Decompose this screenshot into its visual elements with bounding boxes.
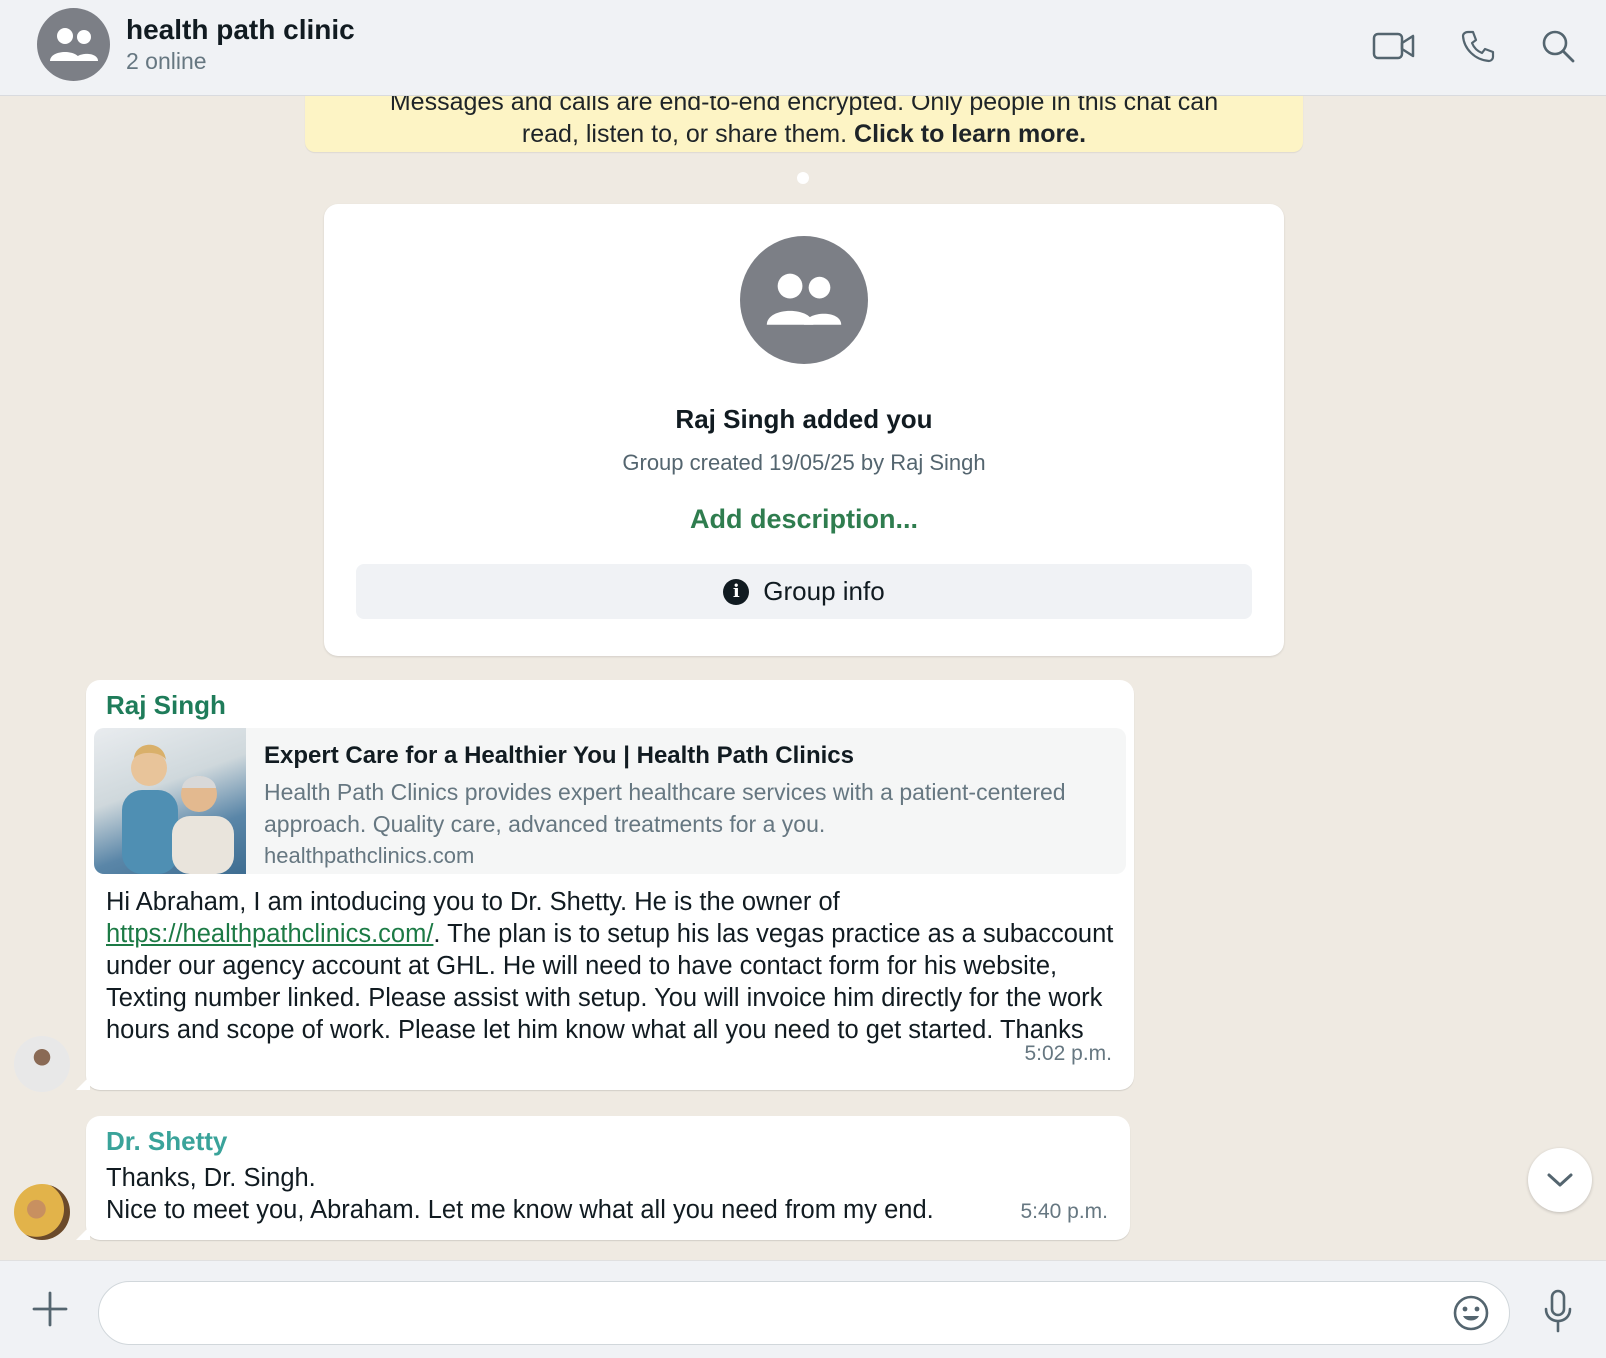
group-avatar[interactable] [37,8,110,81]
info-icon: i [723,578,750,605]
video-call-icon [1372,32,1415,60]
phone-icon [1461,30,1495,63]
video-call-button[interactable] [1372,24,1416,68]
group-created-text: Group created 19/05/25 by Raj Singh [622,450,986,475]
group-icon [766,273,842,325]
message-time: 5:40 p.m. [1020,1200,1108,1223]
voice-call-button[interactable] [1456,24,1500,68]
link-preview[interactable]: Expert Care for a Healthier You | Health… [94,728,1126,874]
add-description-link[interactable]: Add description... [324,504,1284,535]
chat-header: health path clinic 2 online [0,0,1606,96]
search-button[interactable] [1536,24,1580,68]
message-text: Thanks, Dr. Singh. Nice to meet you, Abr… [106,1162,1006,1226]
preview-photo-icon [122,744,234,874]
message-link[interactable]: https://healthpathclinics.com/ [106,920,433,948]
divider-dot [797,172,809,184]
emoji-button[interactable] [1449,1291,1493,1335]
scroll-to-bottom-button[interactable] [1528,1148,1592,1212]
encryption-text-line1: Messages and calls are end-to-end encryp… [389,96,1219,116]
sender-avatar-dr-shetty[interactable] [14,1184,70,1240]
message-composer [0,1260,1606,1358]
group-created-card: Raj Singh added you Group created 19/05/… [324,204,1284,656]
link-preview-title: Expert Care for a Healthier You | Health… [264,742,854,769]
link-preview-domain: healthpathclinics.com [264,843,475,868]
chat-area[interactable]: Messages and calls are end-to-end encryp… [0,96,1606,1260]
message-time: 5:02 p.m. [1024,1042,1112,1065]
attach-button[interactable] [28,1287,72,1331]
sender-name[interactable]: Raj Singh [106,690,226,721]
message-line: Nice to meet you, Abraham. Let me know w… [106,1196,934,1224]
link-preview-image [94,728,246,874]
link-preview-desc-line2: approach. Quality care, advanced treatme… [264,811,826,837]
link-preview-desc-line1: Health Path Clinics provides expert heal… [264,779,1066,805]
sender-avatar-raj-singh[interactable] [14,1036,70,1092]
chevron-down-icon [1547,1173,1573,1187]
emoji-icon [1453,1295,1489,1331]
online-status: 2 online [126,48,207,74]
group-info-button[interactable]: i Group info [356,564,1252,619]
encryption-text-line2: read, listen to, or share them. [521,120,848,148]
group-avatar-icon [49,27,98,61]
message-bubble[interactable]: Raj Singh Expert Care for a Healthier Yo… [76,680,1134,1090]
learn-more-link[interactable]: Click to learn more. [854,120,1086,148]
voice-message-button[interactable] [1536,1287,1580,1335]
encryption-banner[interactable]: Messages and calls are end-to-end encryp… [305,96,1303,152]
bubble-tail [76,1226,90,1240]
added-you-text: Raj Singh added you [675,404,933,434]
message-text: Hi Abraham, I am intoducing you to Dr. S… [106,886,1116,1046]
chat-title[interactable]: health path clinic [126,14,355,46]
message-input-box[interactable] [98,1281,1510,1345]
message-text-part: Hi Abraham, I am intoducing you to Dr. S… [106,888,840,916]
group-card-avatar [740,236,868,364]
group-info-label: Group info [763,576,885,606]
message-bubble[interactable]: Dr. Shetty Thanks, Dr. Singh. Nice to me… [76,1116,1130,1240]
plus-icon [32,1291,68,1327]
microphone-icon [1544,1289,1572,1333]
search-icon [1542,30,1575,63]
message-input[interactable] [123,1282,1423,1344]
bubble-tail [76,1076,90,1090]
sender-name[interactable]: Dr. Shetty [106,1126,227,1157]
link-preview-description: Health Path Clinics provides expert heal… [264,776,1126,840]
message-line: Thanks, Dr. Singh. [106,1164,316,1192]
